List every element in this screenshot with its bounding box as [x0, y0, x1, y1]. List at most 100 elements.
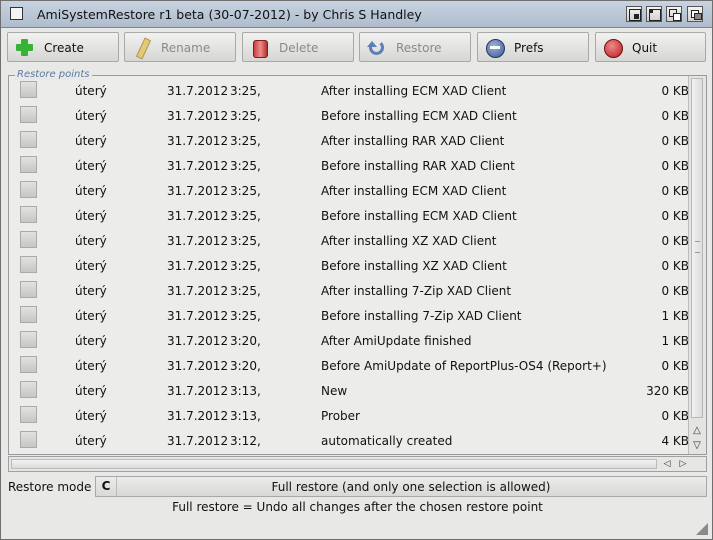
depth-icon[interactable]: [687, 6, 703, 22]
list-item[interactable]: úterý 31.7.2012 3:25, After installing ECM …: [9, 78, 689, 103]
size-cell: 0 KB: [661, 259, 689, 273]
description-cell: Before installing 7-Zip XAD Client: [321, 309, 522, 323]
day-cell: úterý: [75, 159, 107, 173]
time-cell: 3:25,: [230, 84, 261, 98]
list-item[interactable]: úterý 31.7.2012 3:25, After installing XZ X…: [9, 228, 689, 253]
vertical-scrollbar[interactable]: △ ▽: [688, 76, 706, 454]
checkbox[interactable]: [20, 331, 37, 348]
list-item[interactable]: úterý 31.7.2012 3:12, automatically created…: [9, 428, 689, 453]
time-cell: 3:25,: [230, 209, 261, 223]
day-cell: úterý: [75, 359, 107, 373]
day-cell: úterý: [75, 309, 107, 323]
list-item[interactable]: úterý 31.7.2012 3:25, After installing 7-Zi…: [9, 278, 689, 303]
scroll-left-icon[interactable]: ◁: [660, 457, 674, 471]
checkbox[interactable]: [20, 156, 37, 173]
date-cell: 31.7.2012: [167, 109, 229, 123]
checkbox[interactable]: [20, 206, 37, 223]
restore-points-list[interactable]: úterý 31.7.2012 3:25, After installing ECM …: [8, 75, 707, 455]
checkbox[interactable]: [20, 406, 37, 423]
checkbox[interactable]: [20, 281, 37, 298]
checkbox[interactable]: [20, 231, 37, 248]
time-cell: 3:25,: [230, 309, 261, 323]
snapshot-icon[interactable]: [666, 6, 682, 22]
resize-icon[interactable]: [696, 523, 708, 535]
date-cell: 31.7.2012: [167, 309, 229, 323]
restore-button[interactable]: Restore: [359, 32, 471, 62]
date-cell: 31.7.2012: [167, 434, 229, 448]
description-cell: Before installing ECM XAD Client: [321, 109, 517, 123]
list-item[interactable]: úterý 31.7.2012 3:25, Before installing RAR…: [9, 153, 689, 178]
time-cell: 3:13,: [230, 384, 261, 398]
size-cell: 1 KB: [661, 334, 689, 348]
checkbox[interactable]: [20, 131, 37, 148]
iconify-icon[interactable]: [626, 6, 642, 22]
scroll-right-icon[interactable]: ▷: [676, 457, 690, 471]
size-cell: 0 KB: [661, 209, 689, 223]
size-cell: 0 KB: [661, 84, 689, 98]
description-cell: After installing RAR XAD Client: [321, 134, 505, 148]
rename-button[interactable]: Rename: [124, 32, 236, 62]
size-cell: 0 KB: [661, 359, 689, 373]
vertical-scroll-thumb[interactable]: [691, 78, 703, 418]
horizontal-scrollbar[interactable]: ◁ ▷: [8, 456, 707, 472]
list-item[interactable]: úterý 31.7.2012 3:25, Before installing ECM…: [9, 103, 689, 128]
size-cell: 0 KB: [661, 184, 689, 198]
close-icon[interactable]: [10, 7, 23, 20]
pencil-icon: [131, 37, 152, 58]
date-cell: 31.7.2012: [167, 209, 229, 223]
create-button[interactable]: Create: [7, 32, 119, 62]
title-bar[interactable]: AmiSystemRestore r1 beta (30-07-2012) - …: [1, 1, 712, 28]
checkbox[interactable]: [20, 306, 37, 323]
list-item[interactable]: úterý 31.7.2012 3:25, After installing RAR …: [9, 128, 689, 153]
checkbox[interactable]: [20, 181, 37, 198]
date-cell: 31.7.2012: [167, 259, 229, 273]
prefs-label: Prefs: [514, 41, 544, 55]
description-cell: Before AmiUpdate of ReportPlus-OS4 (Repo…: [321, 359, 607, 373]
day-cell: úterý: [75, 334, 107, 348]
delete-button[interactable]: Delete: [242, 32, 354, 62]
prefs-button[interactable]: Prefs: [477, 32, 589, 62]
restore-mode-label: Restore mode: [8, 480, 92, 494]
description-cell: After installing XZ XAD Client: [321, 234, 497, 248]
list-item[interactable]: úterý 31.7.2012 3:13, New 320 KB: [9, 378, 689, 403]
day-cell: úterý: [75, 284, 107, 298]
list-item[interactable]: úterý 31.7.2012 3:25, After installing ECM …: [9, 178, 689, 203]
list-item[interactable]: úterý 31.7.2012 3:20, After AmiUpdate finis…: [9, 328, 689, 353]
description-cell: New: [321, 384, 348, 398]
scroll-up-icon[interactable]: △: [690, 424, 704, 438]
description-cell: After installing ECM XAD Client: [321, 84, 507, 98]
list-item[interactable]: úterý 31.7.2012 3:25, Before installing XZ …: [9, 253, 689, 278]
checkbox[interactable]: [20, 81, 37, 98]
zoom-icon[interactable]: [646, 6, 662, 22]
checkbox[interactable]: [20, 256, 37, 273]
list-item[interactable]: úterý 31.7.2012 3:25, Before installing ECM…: [9, 203, 689, 228]
create-label: Create: [44, 41, 84, 55]
time-cell: 3:13,: [230, 409, 261, 423]
description-cell: After installing ECM XAD Client: [321, 184, 507, 198]
checkbox[interactable]: [20, 106, 37, 123]
quit-button[interactable]: Quit: [595, 32, 706, 62]
scroll-down-icon[interactable]: ▽: [690, 439, 704, 453]
checkbox[interactable]: [20, 356, 37, 373]
description-cell: Before installing RAR XAD Client: [321, 159, 515, 173]
checkbox[interactable]: [20, 431, 37, 448]
toolbar: Create Rename Delete Restore Prefs Quit: [7, 32, 707, 64]
day-cell: úterý: [75, 409, 107, 423]
time-cell: 3:20,: [230, 359, 261, 373]
list-item[interactable]: úterý 31.7.2012 3:25, Before installing 7-Z…: [9, 303, 689, 328]
restore-points-rows: úterý 31.7.2012 3:25, After installing ECM …: [9, 78, 689, 453]
horizontal-scroll-thumb[interactable]: [11, 459, 657, 469]
restore-mode-cycle[interactable]: C Full restore (and only one selection i…: [95, 476, 707, 497]
size-cell: 0 KB: [661, 109, 689, 123]
plus-icon: [14, 37, 35, 58]
time-cell: 3:25,: [230, 234, 261, 248]
list-item[interactable]: úterý 31.7.2012 3:13, Prober 0 KB: [9, 403, 689, 428]
restore-icon: [366, 37, 387, 58]
cycle-icon: C: [96, 477, 117, 496]
checkbox[interactable]: [20, 381, 37, 398]
day-cell: úterý: [75, 384, 107, 398]
trash-icon: [249, 37, 270, 58]
time-cell: 3:20,: [230, 334, 261, 348]
list-item[interactable]: úterý 31.7.2012 3:20, Before AmiUpdate of R…: [9, 353, 689, 378]
restore-label: Restore: [396, 41, 442, 55]
